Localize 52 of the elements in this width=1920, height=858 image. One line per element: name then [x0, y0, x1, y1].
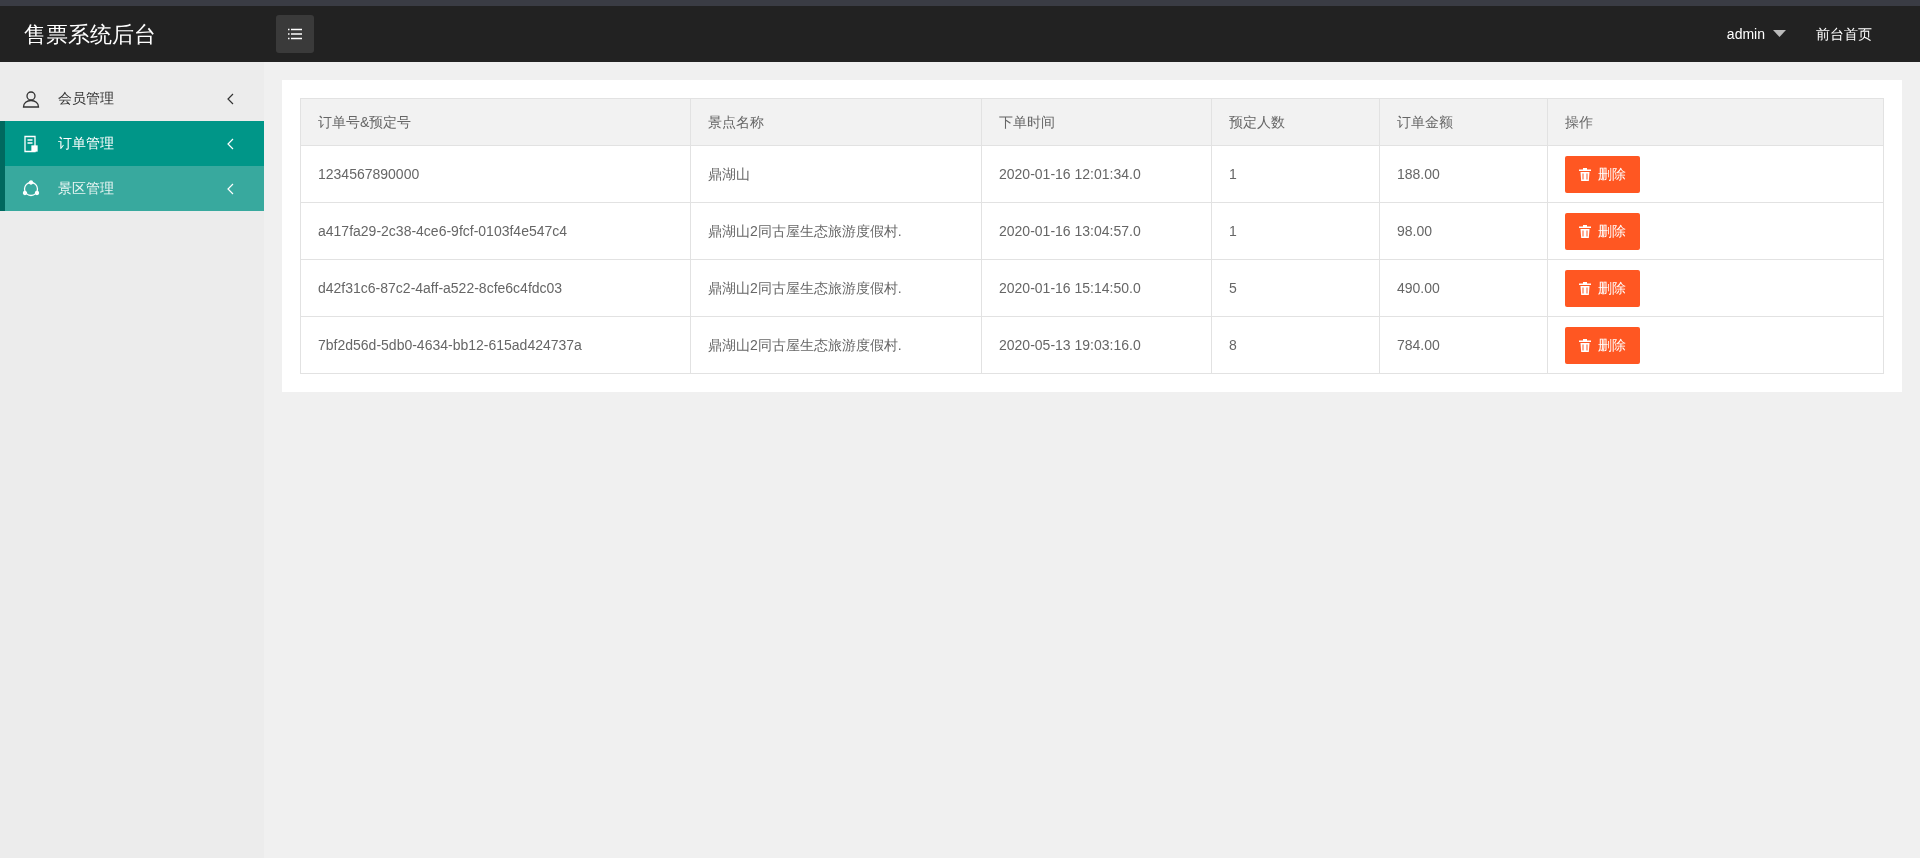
- table-cell: 鼎湖山2同古屋生态旅游度假村.: [690, 317, 981, 373]
- user-icon: [22, 89, 40, 108]
- sidebar-label: 景区管理: [58, 179, 115, 198]
- table-cell: 5: [1211, 260, 1379, 316]
- table-cell: 鼎湖山2同古屋生态旅游度假村.: [690, 203, 981, 259]
- table-cell: 2020-01-16 13:04:57.0: [981, 203, 1211, 259]
- sidebar-label: 订单管理: [58, 134, 115, 153]
- chevron-left-icon: [227, 92, 234, 105]
- column-header: 景点名称: [690, 99, 981, 145]
- trash-icon: [1579, 338, 1591, 352]
- table-cell: 2020-01-16 15:14:50.0: [981, 260, 1211, 316]
- sidebar-label: 会员管理: [58, 89, 115, 108]
- circle-nodes-icon: [22, 179, 40, 198]
- trash-icon: [1579, 224, 1591, 238]
- column-header: 预定人数: [1211, 99, 1379, 145]
- delete-button[interactable]: 删除: [1565, 269, 1640, 307]
- delete-button[interactable]: 删除: [1565, 212, 1640, 250]
- caret-icon: [1773, 30, 1786, 38]
- app-title: 售票系统后台: [24, 21, 156, 47]
- trash-icon: [1579, 281, 1591, 295]
- home-link[interactable]: 前台首页: [1816, 23, 1872, 45]
- sidebar-item[interactable]: 订单管理: [0, 121, 264, 166]
- table-cell: 鼎湖山: [690, 146, 981, 202]
- user-menu[interactable]: admin: [1726, 23, 1786, 45]
- delete-button[interactable]: 删除: [1565, 326, 1640, 364]
- table-cell: 2020-05-13 19:03:16.0: [981, 317, 1211, 373]
- sidebar-item[interactable]: 景区管理: [0, 166, 264, 211]
- chevron-left-icon: [227, 137, 234, 150]
- column-header: 下单时间: [981, 99, 1211, 145]
- table-cell-text: d42f31c6-87c2-4aff-a522-8cfe6c4fdc03: [317, 278, 564, 298]
- column-header: 操作: [1547, 99, 1883, 145]
- table-cell-text: 7bf2d56d-5db0-4634-bb12-615ad424737a: [317, 335, 583, 355]
- table-cell: 490.00: [1379, 260, 1547, 316]
- table-cell: 784.00: [1379, 317, 1547, 373]
- table-cell-text: a417fa29-2c38-4ce6-9fcf-0103f4e547c4: [317, 221, 569, 241]
- document-icon: [22, 134, 40, 153]
- sidebar-item[interactable]: 会员管理: [0, 76, 264, 121]
- table-cell: 1: [1211, 203, 1379, 259]
- table-cell: 8: [1211, 317, 1379, 373]
- table-cell-text: 1234567890000: [317, 164, 421, 184]
- table-cell: 2020-01-16 12:01:34.0: [981, 146, 1211, 202]
- chevron-left-icon: [227, 182, 234, 195]
- table-cell: 1: [1211, 146, 1379, 202]
- menu-button[interactable]: [276, 15, 314, 53]
- delete-button[interactable]: 删除: [1565, 155, 1640, 193]
- trash-icon: [1579, 167, 1591, 181]
- column-header: 订单号&预定号: [317, 112, 413, 132]
- table-cell: 98.00: [1379, 203, 1547, 259]
- column-header: 订单金额: [1379, 99, 1547, 145]
- menu-icon: [287, 28, 303, 40]
- table-cell: 188.00: [1379, 146, 1547, 202]
- table-cell: 鼎湖山2同古屋生态旅游度假村.: [690, 260, 981, 316]
